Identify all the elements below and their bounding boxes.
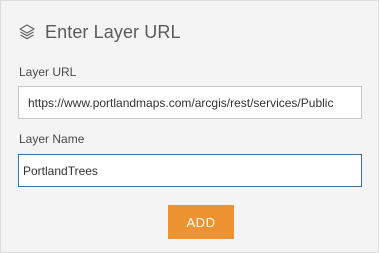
layers-icon (18, 23, 36, 41)
layer-name-label: Layer Name (19, 132, 85, 146)
panel-header: Enter Layer URL (18, 20, 181, 44)
panel-title: Enter Layer URL (45, 21, 181, 42)
add-button[interactable]: ADD (168, 205, 234, 239)
enter-layer-url-panel: Enter Layer URL Layer URL Layer Name ADD (0, 0, 379, 253)
layer-url-input[interactable] (18, 86, 362, 119)
layer-name-input[interactable] (18, 154, 362, 187)
layer-url-label: Layer URL (19, 65, 77, 79)
